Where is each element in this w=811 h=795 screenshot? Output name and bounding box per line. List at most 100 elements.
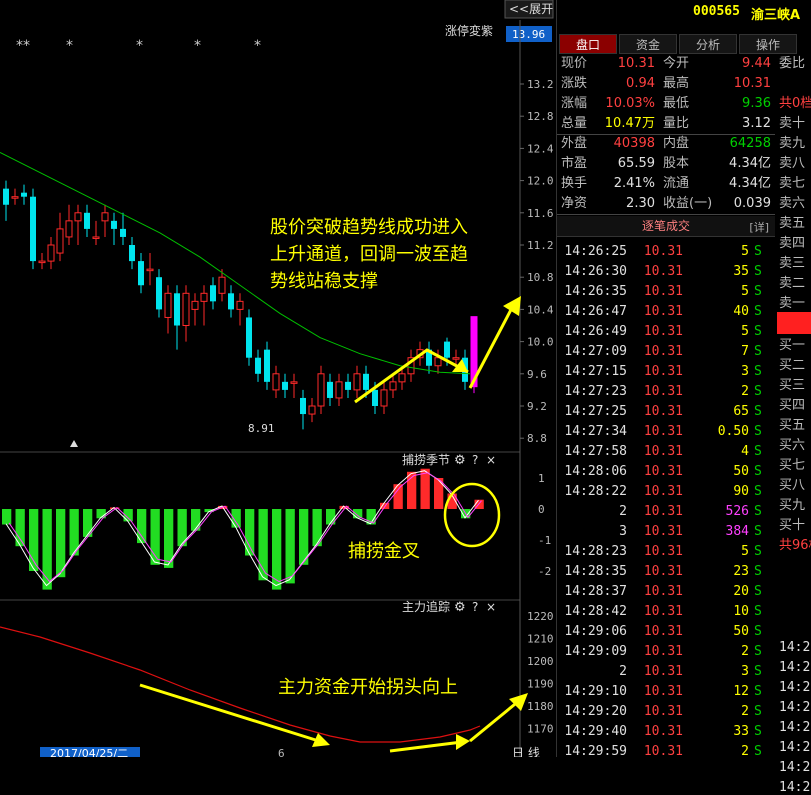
season-histogram-bar	[353, 509, 363, 519]
trade-side: S	[754, 684, 762, 699]
golden-cross-circle	[443, 482, 501, 548]
trade-row: 14:28:35 10.31 23 S	[557, 562, 775, 582]
trade-side: S	[754, 404, 762, 419]
period-label: 日 线	[512, 746, 540, 757]
help-icon[interactable]: ?	[472, 600, 478, 614]
trade-price: 10.31	[643, 484, 683, 499]
price-axis-label: 13.2	[527, 78, 554, 91]
right-tick-time: 14:28	[779, 640, 811, 655]
candle-body-down	[282, 381, 288, 390]
trade-row: 14:26:35 10.31 5 S	[557, 282, 775, 302]
quote-row: 涨幅 10.03% 最低 9.36	[557, 94, 775, 114]
trade-price: 10.31	[643, 544, 683, 559]
trade-time: 14:28:35	[564, 564, 627, 579]
trades-title-label: 逐笔成交	[641, 219, 690, 233]
season-histogram-bar	[393, 484, 403, 509]
trade-volume: 35	[733, 264, 749, 279]
tab-caozuo[interactable]: 操作	[739, 34, 797, 54]
limit-up-star: *	[194, 38, 201, 54]
order-sell-level: 卖七	[779, 176, 806, 191]
price-axis-label: 10.4	[527, 303, 554, 316]
kline-chart-svg[interactable]: <<展开涨停変紫 13.96** * * * *13.212.812.412.011.61…	[0, 0, 555, 757]
candle-body-down	[30, 196, 36, 262]
help-icon[interactable]: ?	[472, 453, 478, 467]
candle-body-down	[111, 220, 117, 229]
trade-side: S	[754, 724, 762, 739]
candle-body-down	[210, 285, 216, 302]
candle-body-up	[398, 373, 406, 383]
panel2-axis-label: -2	[538, 565, 551, 578]
trade-time: 14:29:59	[564, 744, 627, 759]
order-ratio-label: 委比	[779, 56, 806, 71]
quote-row: 现价 10.31 今开 9.44	[557, 54, 775, 74]
quote-divider	[557, 214, 775, 215]
trade-price: 10.31	[643, 444, 683, 459]
candle-body-up	[92, 236, 100, 239]
quote-value: 4.34亿	[729, 156, 771, 171]
tab-pankou[interactable]: 盘口	[559, 34, 617, 54]
quote-value: 3.12	[742, 116, 771, 131]
tab-fenxi[interactable]: 分析	[679, 34, 737, 54]
season-histogram-bar	[2, 509, 12, 525]
tab-zijin[interactable]: 资金	[619, 34, 677, 54]
trade-side: S	[754, 744, 762, 759]
candle-body-up	[146, 268, 154, 272]
trade-price: 10.31	[643, 644, 683, 659]
price-axis-label: 11.6	[527, 207, 554, 220]
limit-up-star: **	[16, 38, 30, 54]
trade-row: 14:27:58 10.31 4 S	[557, 442, 775, 462]
trade-side: S	[754, 464, 762, 479]
trade-row: 14:27:09 10.31 7 S	[557, 342, 775, 362]
order-sell-level: 卖六	[779, 196, 806, 211]
trade-volume: 5	[741, 244, 749, 259]
candle-body-up	[236, 300, 244, 310]
candle-body-down	[138, 261, 144, 286]
current-price-tag: 13.96	[512, 28, 545, 41]
trade-volume: 2	[741, 704, 749, 719]
annotation-main-line: 股价突破趋势线成功进入	[270, 217, 468, 238]
price-low-label: 8.91	[248, 422, 275, 435]
order-buy-level: 买八	[779, 478, 806, 493]
trades-title: 逐笔成交 [详]	[557, 216, 775, 237]
quote-row: 涨跌 0.94 最高 10.31	[557, 74, 775, 94]
candle-body-down	[174, 293, 180, 326]
panel3-axis-label: 1210	[527, 633, 554, 646]
buy-total-label: 共96档	[779, 538, 811, 553]
trade-row: 14:26:30 10.31 35 S	[557, 262, 775, 282]
candle-body-up	[182, 292, 190, 326]
candle-body-down	[444, 341, 450, 358]
trade-row: 14:28:42 10.31 10 S	[557, 602, 775, 622]
quote-value: 10.31	[733, 76, 771, 91]
order-sell-level: 卖四	[779, 236, 806, 251]
order-buy-level: 买七	[779, 458, 806, 473]
right-tick-time: 14:28	[779, 700, 811, 715]
close-icon[interactable]: ×	[486, 453, 496, 467]
trade-row: 14:28:06 10.31 50 S	[557, 462, 775, 482]
trades-detail-button[interactable]: [详]	[749, 218, 769, 238]
trade-price: 10.31	[643, 704, 683, 719]
kline-chart-area[interactable]: <<展开 涨停変紫 13.96 ** * * * * 13.2 12.8 12.4 12.0 11.6 1…	[0, 0, 555, 757]
trade-price: 10.31	[643, 604, 683, 619]
trade-volume: 5	[741, 284, 749, 299]
right-tick-time: 14:28	[779, 660, 811, 675]
quote-value: 9.44	[742, 56, 771, 71]
trade-side: S	[754, 484, 762, 499]
annotation-main-line: 势线站稳支撑	[270, 271, 378, 292]
price-axis-label: 8.8	[527, 432, 547, 445]
quote-divider	[557, 134, 775, 135]
trade-volume: 5	[741, 544, 749, 559]
order-buy-level: 买五	[779, 418, 806, 433]
order-buy-level: 买三	[779, 378, 806, 393]
trade-side: S	[754, 384, 762, 399]
panel-tabs: 盘口 资金 分析 操作	[557, 34, 811, 54]
limit-up-star: *	[66, 38, 73, 54]
candle-body-up	[308, 405, 316, 415]
candle-body-up	[272, 373, 280, 391]
trade-time: 14:26:47	[564, 304, 627, 319]
expand-button[interactable]: <<展开	[509, 2, 553, 16]
price-axis-label: 10.0	[527, 336, 554, 349]
close-icon[interactable]: ×	[486, 600, 496, 614]
trade-side: S	[754, 604, 762, 619]
candle-body-up	[191, 300, 199, 310]
flat-arrow-head	[456, 734, 470, 750]
